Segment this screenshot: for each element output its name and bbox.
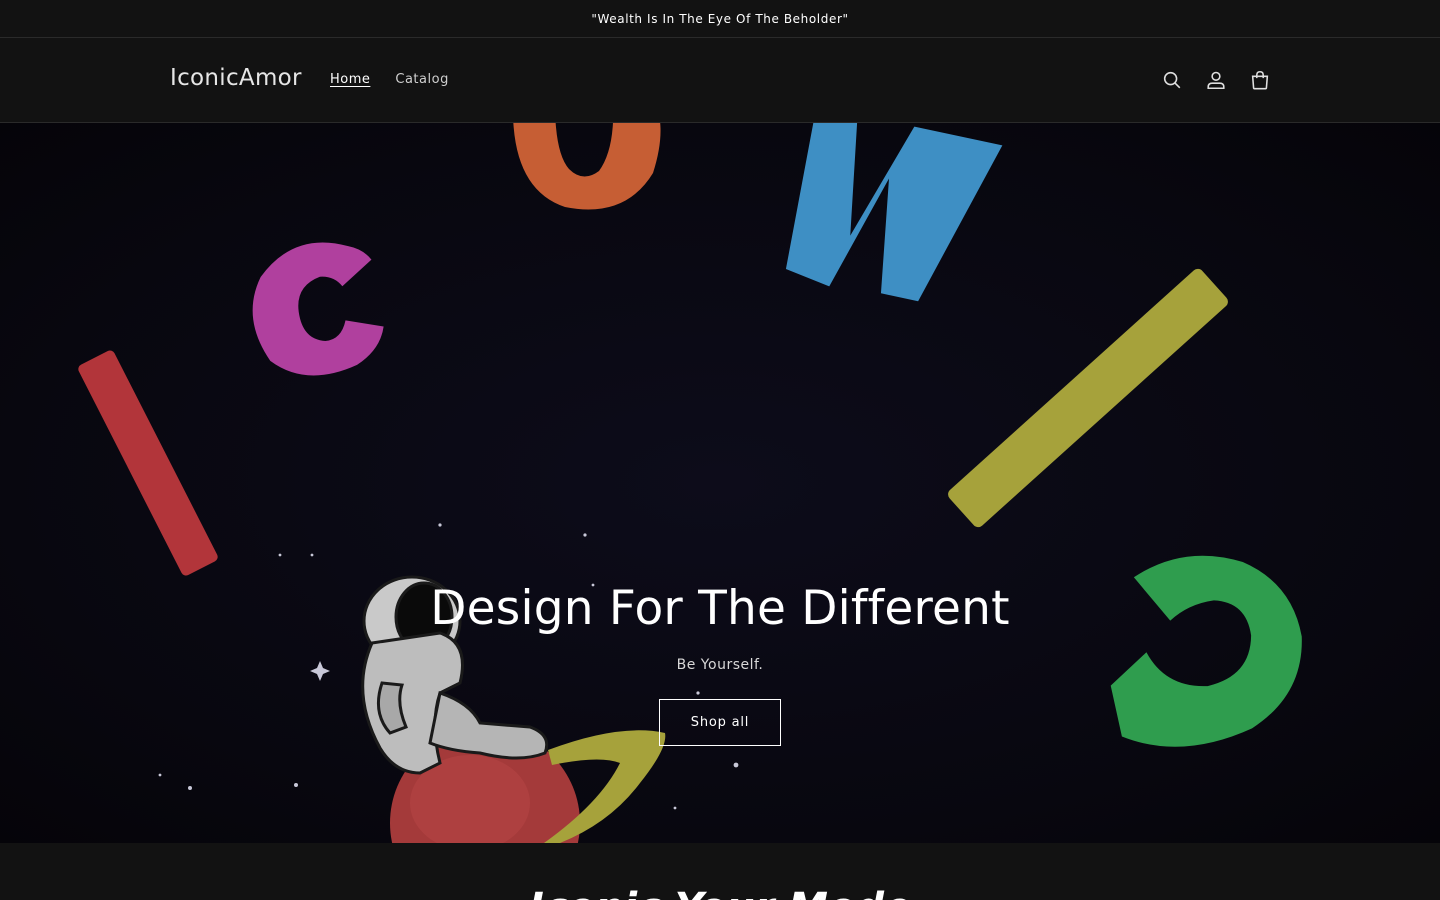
featured-section: Iconic Your Mode xyxy=(0,843,1440,900)
hero-content: Design For The Different Be Yourself. Sh… xyxy=(0,583,1440,746)
main-nav: Home Catalog xyxy=(330,72,449,87)
featured-heading: Iconic Your Mode xyxy=(0,885,1440,900)
search-button[interactable] xyxy=(1150,58,1194,102)
store-logo[interactable]: IconicAmor xyxy=(170,65,302,91)
account-button[interactable] xyxy=(1194,58,1238,102)
cart-icon xyxy=(1251,70,1269,90)
cart-button[interactable] xyxy=(1238,58,1282,102)
search-icon xyxy=(1163,71,1181,89)
header-icons xyxy=(1150,58,1282,102)
letter-c-magenta xyxy=(252,242,384,376)
hero-subtitle: Be Yourself. xyxy=(676,656,764,673)
letter-i-yellow xyxy=(948,268,1228,528)
site-header: IconicAmor Home Catalog xyxy=(0,38,1440,123)
shop-all-button[interactable]: Shop all xyxy=(659,698,781,746)
hero-title: Design For The Different xyxy=(430,581,1010,636)
letter-o-orange xyxy=(513,123,661,210)
nav-link-home[interactable]: Home xyxy=(330,72,370,87)
hero-banner: Design For The Different Be Yourself. Sh… xyxy=(0,123,1440,843)
announcement-text: "Wealth Is In The Eye Of The Beholder" xyxy=(591,11,849,26)
announcement-bar: "Wealth Is In The Eye Of The Beholder" xyxy=(0,0,1440,38)
nav-link-catalog[interactable]: Catalog xyxy=(395,72,448,87)
letter-n-blue xyxy=(785,123,1003,302)
letter-i-red xyxy=(78,350,218,576)
account-icon xyxy=(1207,71,1225,90)
